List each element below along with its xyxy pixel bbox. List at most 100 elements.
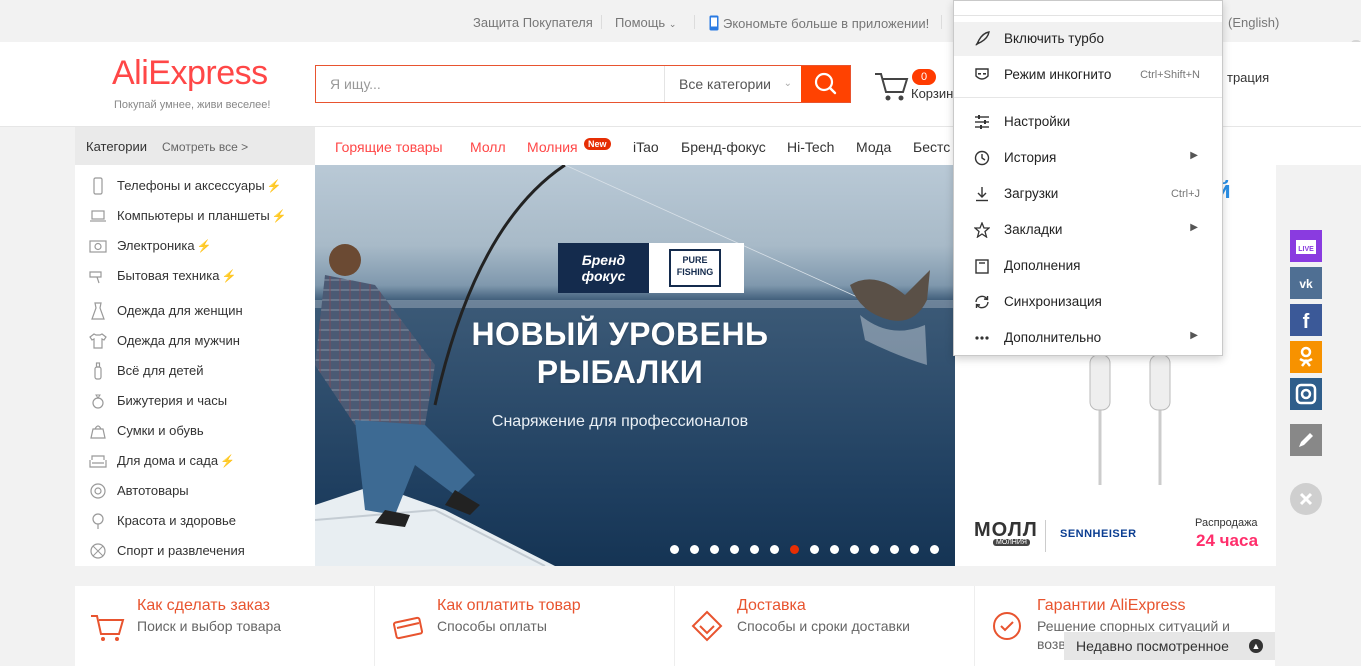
sidebar-item-label: Для дома и сада ⚡ [117, 453, 236, 468]
nav-flash[interactable]: Молния [527, 139, 578, 155]
edit-icon[interactable] [1290, 424, 1322, 456]
sennheiser-logo: SENNHEISER [1060, 528, 1137, 540]
menu-item-extensions[interactable]: Дополнения [954, 249, 1222, 283]
menu-item-downloads[interactable]: Загрузки Ctrl+J [954, 177, 1222, 211]
chevron-down-icon: ⌄ [783, 78, 792, 89]
camera-icon [89, 240, 107, 253]
carousel-dot[interactable] [750, 545, 759, 554]
sidebar-item-electronics[interactable]: Электроника ⚡ [75, 231, 315, 261]
bulb-icon [92, 513, 104, 529]
card-subtitle: Способы и сроки доставки [737, 618, 910, 634]
sidebar-item-label: Сумки и обувь [117, 423, 204, 438]
sidebar-item-jewelry[interactable]: Бижутерия и часы [75, 386, 315, 416]
download-icon [976, 187, 988, 202]
recently-viewed-bar[interactable]: Недавно посмотренное ▲ [1064, 632, 1275, 660]
carousel-dot[interactable] [670, 545, 679, 554]
hairdryer-icon [89, 271, 102, 284]
shirt-icon [89, 333, 107, 349]
sidebar-item-phones[interactable]: Телефоны и аксессуары ⚡ [75, 171, 315, 201]
sidebar-item-auto[interactable]: Автотовары [75, 476, 315, 506]
app-promo-link[interactable]: Экономьте больше в приложении! [709, 15, 929, 31]
cart-icon[interactable] [872, 66, 912, 106]
vk-icon[interactable]: vk [1290, 267, 1322, 299]
carousel-dot[interactable] [770, 545, 779, 554]
menu-item-incognito[interactable]: Режим инкогнито Ctrl+Shift+N [954, 58, 1222, 92]
card-how-to-order[interactable]: Как сделать заказ Поиск и выбор товара [75, 586, 375, 666]
category-select[interactable]: Все категории ⌄ [664, 66, 804, 102]
carousel-dot[interactable] [710, 545, 719, 554]
sidebar-item-home[interactable]: Для дома и сада ⚡ [75, 446, 315, 476]
search-input[interactable] [316, 66, 664, 102]
help-label: Помощь [615, 15, 666, 30]
carousel-dot[interactable] [810, 545, 819, 554]
cart-label[interactable]: Корзин [911, 86, 953, 101]
sidebar-item-beauty[interactable]: Красота и здоровье [75, 506, 315, 536]
menu-item-history[interactable]: История ▶ [954, 141, 1222, 175]
carousel-dot[interactable] [890, 545, 899, 554]
nav-fashion[interactable]: Мода [856, 139, 891, 155]
instagram-icon[interactable] [1290, 378, 1322, 410]
sidebar-item-bags[interactable]: Сумки и обувь [75, 416, 315, 446]
nav-bestsellers[interactable]: Бестс [913, 139, 950, 155]
nav-hi-tech[interactable]: Hi-Tech [787, 139, 834, 155]
menu-item-turbo[interactable]: Включить турбо [954, 22, 1222, 56]
carousel-dot[interactable] [690, 545, 699, 554]
menu-item-sync[interactable]: Синхронизация [954, 285, 1222, 319]
see-all-link[interactable]: Смотреть все > [162, 140, 248, 154]
search-button[interactable] [801, 66, 850, 102]
svg-text:f: f [1303, 311, 1310, 333]
sidebar-item-sport[interactable]: Спорт и развлечения [75, 536, 315, 566]
divider [601, 15, 602, 29]
submenu-arrow-icon: ▶ [1190, 330, 1198, 341]
live-icon[interactable]: LIVE [1290, 230, 1322, 262]
carousel-dot[interactable] [790, 545, 799, 554]
carousel-dot[interactable] [870, 545, 879, 554]
language-link[interactable]: (English) [1228, 15, 1279, 30]
menu-item-label: Включить турбо [1004, 31, 1104, 46]
card-subtitle-2: возв [1037, 636, 1066, 652]
svg-text:vk: vk [1299, 277, 1313, 291]
carousel-dot[interactable] [830, 545, 839, 554]
hero-banner[interactable]: Бренд фокус PURE FISHING НОВЫЙ УРОВЕНЬ Р… [315, 165, 955, 566]
bottle-icon [94, 362, 102, 380]
carousel-dot[interactable] [910, 545, 919, 554]
facebook-icon[interactable]: f [1290, 304, 1322, 336]
sidebar-item-men-clothing[interactable]: Одежда для мужчин [75, 326, 315, 356]
register-link[interactable]: трация [1227, 70, 1269, 85]
menu-item-more[interactable]: Дополнительно ▶ [954, 321, 1222, 355]
close-icon[interactable] [1290, 483, 1322, 515]
menu-divider [954, 97, 1222, 98]
clock-icon [974, 150, 990, 166]
card-subtitle: Способы оплаты [437, 618, 547, 634]
nav-hot-deals[interactable]: Горящие товары [335, 139, 443, 155]
buyer-protection-link[interactable]: Защита Покупателя [473, 15, 593, 30]
main-nav: Горящие товары Молл Молния New iTao Брен… [315, 127, 955, 165]
dress-icon [91, 302, 105, 320]
carousel-dot[interactable] [730, 545, 739, 554]
menu-item-label: Режим инкогнито [1004, 67, 1112, 82]
menu-shortcut: Ctrl+J [1170, 188, 1200, 200]
sidebar-item-label: Электроника ⚡ [117, 238, 212, 253]
carousel-dot[interactable] [930, 545, 939, 554]
odnoklassniki-icon[interactable] [1290, 341, 1322, 373]
card-delivery[interactable]: Доставка Способы и сроки доставки [675, 586, 975, 666]
nav-brand-focus[interactable]: Бренд-фокус [681, 139, 766, 155]
aliexpress-logo[interactable]: AliExpress [112, 54, 268, 93]
nav-itao[interactable]: iTao [633, 139, 659, 155]
divider [941, 15, 942, 29]
help-link[interactable]: Помощь ⌄ [615, 15, 676, 30]
menu-item-bookmarks[interactable]: Закладки ▶ [954, 213, 1222, 247]
ring-icon [92, 394, 104, 409]
carousel-dot[interactable] [850, 545, 859, 554]
sidebar-item-women-clothing[interactable]: Одежда для женщин [75, 296, 315, 326]
recently-viewed-label: Недавно посмотренное [1076, 638, 1229, 654]
settings-icon [975, 115, 989, 129]
nav-mall[interactable]: Молл [470, 139, 506, 155]
menu-top-strip [954, 1, 1222, 16]
sidebar-item-kids[interactable]: Всё для детей [75, 356, 315, 386]
menu-item-settings[interactable]: Настройки [954, 105, 1222, 139]
sidebar-item-computers[interactable]: Компьютеры и планшеты ⚡ [75, 201, 315, 231]
sidebar-item-appliances[interactable]: Бытовая техника ⚡ [75, 261, 315, 291]
sidebar-item-label: Бытовая техника ⚡ [117, 268, 237, 283]
card-how-to-pay[interactable]: Как оплатить товар Способы оплаты [375, 586, 675, 666]
